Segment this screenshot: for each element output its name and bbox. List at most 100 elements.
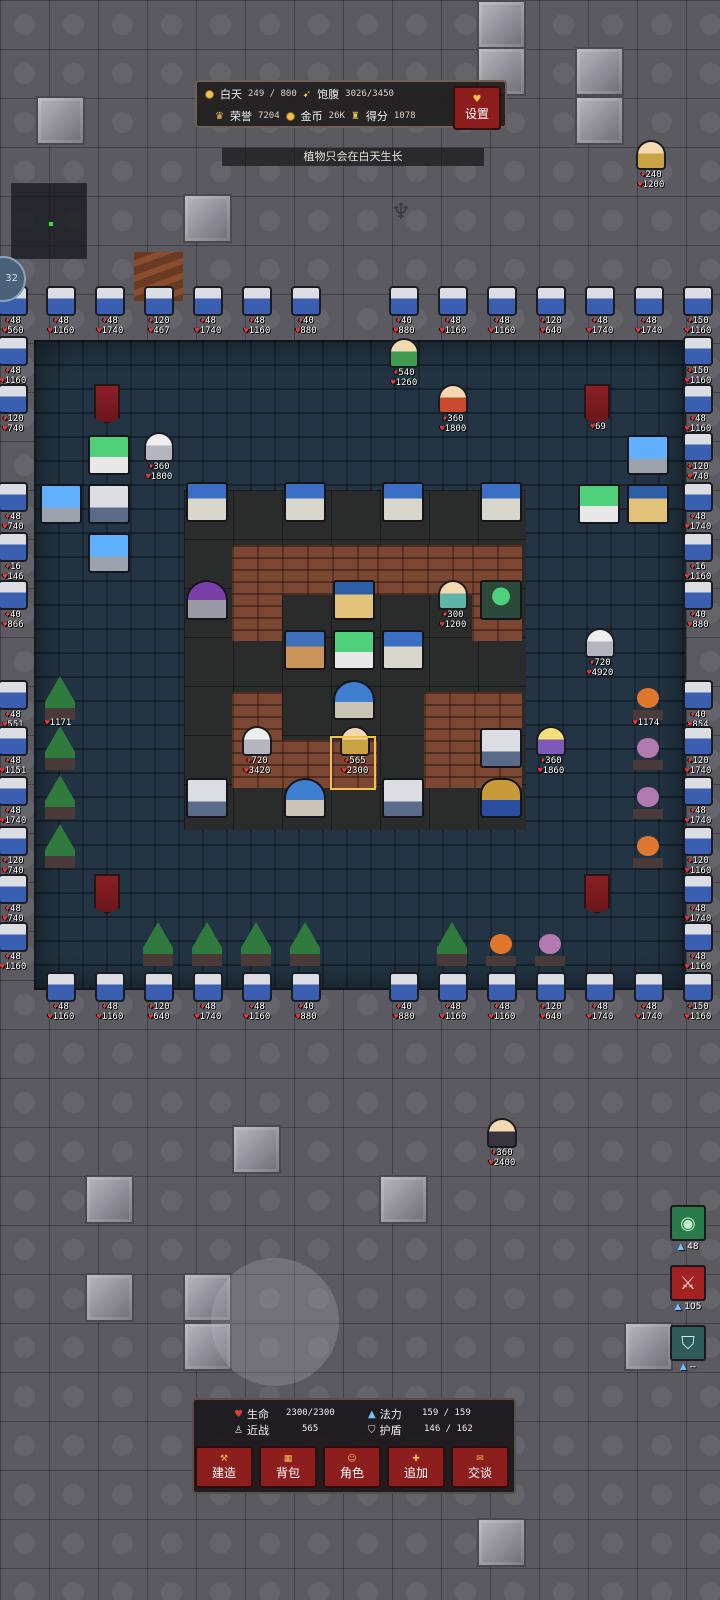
guard-bottom-8[interactable]: ♦48 ♥1160 (430, 972, 476, 1028)
pine-tree[interactable] (238, 922, 274, 966)
shield-icon[interactable]: ⛉ (670, 1325, 706, 1361)
green-hero[interactable]: ♦540 ♥1260 (381, 338, 427, 394)
build-button[interactable]: ⚒ 建造 (195, 1446, 253, 1488)
pine-tree[interactable] (287, 922, 323, 966)
guard-top-4[interactable]: ♦48 ♥1740 (185, 286, 231, 342)
pine-tree[interactable] (189, 922, 225, 966)
pumpkin-plant[interactable] (630, 828, 666, 868)
house-building[interactable] (284, 482, 326, 522)
guard-bottom-13[interactable]: ♦150 ♥1160 (675, 972, 720, 1028)
house-building[interactable] (480, 482, 522, 522)
guard-bottom-12[interactable]: ♦48 ♥1740 (626, 972, 672, 1028)
machine-building[interactable] (480, 728, 522, 768)
guard-bottom-10[interactable]: ♦120 ♥640 (528, 972, 574, 1028)
side-right-6[interactable]: ♦40 ♥880 (675, 580, 720, 636)
pine-tree[interactable] (434, 922, 470, 966)
guard-bottom-5[interactable]: ♦48 ♥1160 (234, 972, 280, 1028)
guard-bottom-6[interactable]: ♦40 ♥880 (283, 972, 329, 1028)
pine-tree[interactable] (140, 922, 176, 966)
pine-tree[interactable] (42, 726, 78, 770)
turnip-plant[interactable] (532, 926, 568, 966)
white-hero[interactable]: ♦720 ♥3420 (234, 726, 280, 782)
sword-icon[interactable]: ⚔ (670, 1265, 706, 1301)
guard-top-1[interactable]: ♦48 ♥1160 (38, 286, 84, 342)
guard-top-3[interactable]: ♦120 ♥467 (136, 286, 182, 342)
workshop-building[interactable] (627, 484, 669, 524)
side-left-12[interactable]: ♦48 ♥1160 (0, 922, 36, 978)
pumpkin-plant[interactable] (483, 926, 519, 966)
side-right-12[interactable]: ♦48 ♥1160 (675, 922, 720, 978)
red-hero[interactable]: ♦360 ♥1800 (430, 384, 476, 440)
talk-button[interactable]: ✉ 交谈 (451, 1446, 509, 1488)
guard-top-11[interactable]: ♦48 ♥1740 (577, 286, 623, 342)
observatory-building[interactable] (284, 778, 326, 818)
guard-bottom-11[interactable]: ♦48 ♥1740 (577, 972, 623, 1028)
side-right-9[interactable]: ♦48 ♥1740 (675, 776, 720, 832)
house-building[interactable] (186, 482, 228, 522)
add-button[interactable]: ✚ 追加 (387, 1446, 445, 1488)
vision-skill[interactable]: ◉ ▲ 48 (669, 1205, 707, 1255)
crystal-stack-building[interactable] (88, 435, 130, 475)
turnip-plant[interactable] (630, 730, 666, 770)
house-building[interactable] (382, 482, 424, 522)
side-left-4[interactable]: ♦48 ♥740 (0, 482, 36, 538)
turnip-plant[interactable] (630, 779, 666, 819)
bag-button[interactable]: ▦ 背包 (259, 1446, 317, 1488)
guard-top-8[interactable]: ♦48 ♥1160 (430, 286, 476, 342)
machine-building[interactable] (382, 778, 424, 818)
castle-keep-building[interactable] (333, 680, 375, 720)
orb-turret-building[interactable] (480, 580, 522, 620)
shield-skill[interactable]: ⛉ ▲ -- (669, 1325, 707, 1375)
guard-top-6[interactable]: ♦40 ♥880 (283, 286, 329, 342)
machine-building[interactable] (88, 484, 130, 524)
heart-icon: ♥ (234, 1408, 243, 1420)
angel-hero[interactable]: ♦240 ♥1200 (628, 140, 674, 196)
guard-bottom-9[interactable]: ♦48 ♥1160 (479, 972, 525, 1028)
boat-building[interactable] (480, 778, 522, 818)
screen-building[interactable] (40, 484, 82, 524)
guard-top-5[interactable]: ♦48 ♥1160 (234, 286, 280, 342)
shop-building[interactable] (333, 580, 375, 620)
house-building[interactable] (382, 630, 424, 670)
purple-tower-building[interactable] (186, 580, 228, 620)
side-right-3[interactable]: ♦120 ♥740 (675, 432, 720, 488)
pine-tree[interactable] (42, 824, 78, 868)
crystal-building[interactable] (333, 630, 375, 670)
mage-hero[interactable]: ♦360 ♥1860 (528, 726, 574, 782)
machine-building[interactable] (186, 778, 228, 818)
pine-tree[interactable] (42, 775, 78, 819)
dark-hero[interactable]: ♦360 ♥2400 (479, 1118, 525, 1174)
guard-top-9[interactable]: ♦48 ♥1160 (479, 286, 525, 342)
white-beast[interactable]: ♦360 ♥1800 (136, 432, 182, 488)
guard-top-12[interactable]: ♦48 ♥1740 (626, 286, 672, 342)
guard-bottom-3[interactable]: ♦120 ♥640 (136, 972, 182, 1028)
teal-hero[interactable]: ♦300 ♥1200 (430, 580, 476, 636)
guard-bottom-2[interactable]: ♦48 ♥1160 (87, 972, 133, 1028)
pine-tree[interactable] (42, 676, 78, 720)
side-right-8[interactable]: ♦120 ♥1740 (675, 726, 720, 782)
side-left-9[interactable]: ♦48 ♥1740 (0, 776, 36, 832)
virtual-joystick[interactable] (211, 1258, 339, 1386)
screen-building[interactable] (627, 435, 669, 475)
side-left-6[interactable]: ♦40 ♥866 (0, 580, 36, 636)
settings-button[interactable]: ♥ 设置 (453, 86, 501, 130)
minimap[interactable] (11, 183, 87, 259)
guard-top-7[interactable]: ♦40 ♥880 (381, 286, 427, 342)
guard-bottom-7[interactable]: ♦40 ♥880 (381, 972, 427, 1028)
guard-bottom-1[interactable]: ♦48 ♥1160 (38, 972, 84, 1028)
side-left-3[interactable]: ♦120 ♥740 (0, 384, 36, 440)
pumpkin-plant[interactable] (630, 680, 666, 720)
side-right-4[interactable]: ♦48 ♥1740 (675, 482, 720, 538)
guard-top-10[interactable]: ♦120 ♥640 (528, 286, 574, 342)
crystal-stack-building[interactable] (578, 484, 620, 524)
cabin-building[interactable] (284, 630, 326, 670)
eye-icon[interactable]: ◉ (670, 1205, 706, 1241)
guard-top-2[interactable]: ♦48 ♥1740 (87, 286, 133, 342)
character-button[interactable]: ☺ 角色 (323, 1446, 381, 1488)
guard-bottom-4[interactable]: ♦48 ♥1740 (185, 972, 231, 1028)
screen-building[interactable] (88, 533, 130, 573)
wolf-hero[interactable]: ♦720 ♥4920 (577, 628, 623, 684)
side-left-8[interactable]: ♦48 ♥1151 (0, 726, 36, 782)
blade-skill[interactable]: ⚔ ▲ 105 (669, 1265, 707, 1315)
guard-top-13[interactable]: ♦150 ♥1160 (675, 286, 720, 342)
